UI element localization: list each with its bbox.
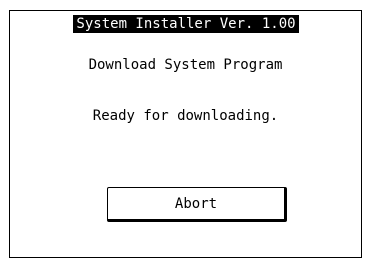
status-message: Ready for downloading. — [92, 108, 279, 124]
installer-screen: System Installer Ver. 1.00 Download Syst… — [9, 10, 362, 258]
abort-button[interactable]: Abort — [107, 187, 287, 222]
page-heading: Download System Program — [88, 57, 283, 73]
title-bar: System Installer Ver. 1.00 — [73, 15, 299, 33]
